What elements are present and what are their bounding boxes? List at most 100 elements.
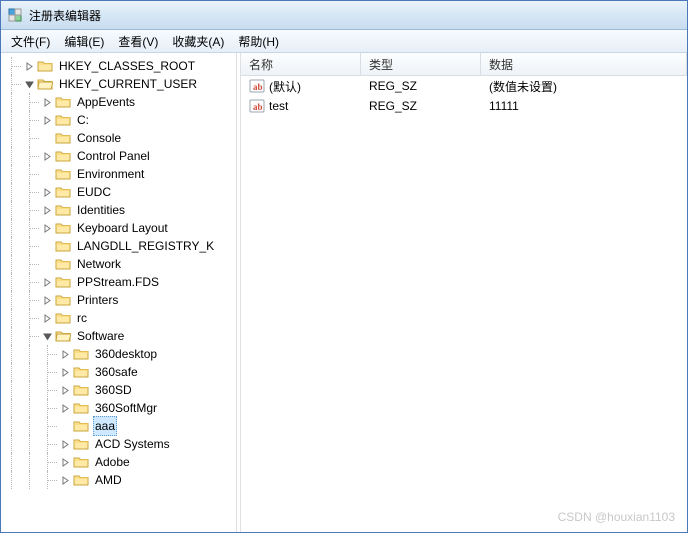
tree-label: ACD Systems [93,435,172,453]
tree-node-lang[interactable]: LANGDLL_REGISTRY_K [3,237,236,255]
expand-icon[interactable] [39,310,55,326]
list-header: 名称 类型 数据 [241,53,687,76]
folder-icon [73,419,89,433]
tree-node-ident[interactable]: Identities [3,201,236,219]
tree-pane[interactable]: HKEY_CLASSES_ROOTHKEY_CURRENT_USERAppEve… [1,53,236,532]
menubar: 文件(F) 编辑(E) 查看(V) 收藏夹(A) 帮助(H) [1,30,687,53]
string-value-icon [249,78,265,94]
tree-node-prn[interactable]: Printers [3,291,236,309]
expand-icon[interactable] [39,202,55,218]
tree-label: 360desktop [93,345,159,363]
folder-icon [55,311,71,325]
content-area: HKEY_CLASSES_ROOTHKEY_CURRENT_USERAppEve… [1,53,687,532]
folder-icon [73,437,89,451]
tree-node-pps[interactable]: PPStream.FDS [3,273,236,291]
menu-edit[interactable]: 编辑(E) [58,31,110,52]
folder-icon [55,257,71,271]
expand-icon[interactable] [57,364,73,380]
expand-icon[interactable] [57,436,73,452]
folder-icon [73,383,89,397]
expand-icon[interactable] [39,112,55,128]
value-row[interactable]: test REG_SZ11111 [241,96,687,116]
expand-icon[interactable] [39,274,55,290]
tree-node-rc[interactable]: rc [3,309,236,327]
folder-icon [55,203,71,217]
menu-view[interactable]: 查看(V) [112,31,164,52]
folder-icon [55,95,71,109]
folder-icon [55,149,71,163]
expand-icon[interactable] [39,184,55,200]
col-header-name[interactable]: 名称 [241,53,361,75]
value-name-cell: test [241,96,361,116]
collapse-icon[interactable] [21,76,37,92]
value-name: (默认) [269,78,301,95]
tree-label: AppEvents [75,93,137,111]
menu-fav[interactable]: 收藏夹(A) [166,31,230,52]
tree-node-hkcr[interactable]: HKEY_CLASSES_ROOT [3,57,236,75]
tree-label: Console [75,129,123,147]
string-value-icon [249,98,265,114]
value-data: (数值未设置) [481,76,687,97]
tree-label: Environment [75,165,146,183]
expand-icon[interactable] [39,94,55,110]
expand-icon[interactable] [57,346,73,362]
value-name: test [269,99,288,113]
tree-node-360sd[interactable]: 360SD [3,381,236,399]
tree-label: rc [75,309,89,327]
tree-label: Keyboard Layout [75,219,170,237]
tree-node-kb[interactable]: Keyboard Layout [3,219,236,237]
tree-node-console[interactable]: Console [3,129,236,147]
tree-node-acd[interactable]: ACD Systems [3,435,236,453]
value-row[interactable]: (默认)REG_SZ(数值未设置) [241,76,687,96]
tree-node-360sm[interactable]: 360SoftMgr [3,399,236,417]
tree-node-appEvents[interactable]: AppEvents [3,93,236,111]
expand-icon[interactable] [57,454,73,470]
tree-node-adobe[interactable]: Adobe [3,453,236,471]
tree-node-net[interactable]: Network [3,255,236,273]
expand-icon[interactable] [39,148,55,164]
tree-node-cp[interactable]: Control Panel [3,147,236,165]
tree-label: LANGDLL_REGISTRY_K [75,237,216,255]
folder-icon [73,473,89,487]
expand-icon[interactable] [21,58,37,74]
tree-label: HKEY_CURRENT_USER [57,75,199,93]
tree-node-360s[interactable]: 360safe [3,363,236,381]
tree-label: aaa [93,416,117,436]
expand-icon[interactable] [57,472,73,488]
folder-icon [55,293,71,307]
collapse-icon[interactable] [39,328,55,344]
menu-file[interactable]: 文件(F) [5,31,56,52]
values-pane[interactable]: 名称 类型 数据 (默认)REG_SZ(数值未设置)test REG_SZ1111… [241,53,687,532]
expand-icon[interactable] [57,382,73,398]
tree-node-env[interactable]: Environment [3,165,236,183]
folder-icon [55,113,71,127]
col-header-data[interactable]: 数据 [481,53,687,75]
tree-label: Network [75,255,123,273]
tree-label: 360SoftMgr [93,399,159,417]
folder-icon [37,59,53,73]
tree-node-amd[interactable]: AMD [3,471,236,489]
folder-icon [73,401,89,415]
tree-node-eudc[interactable]: EUDC [3,183,236,201]
titlebar[interactable]: 注册表编辑器 [1,1,687,30]
tree-label: Software [75,327,126,345]
value-type: REG_SZ [361,97,481,115]
expand-icon[interactable] [57,400,73,416]
expand-icon[interactable] [39,292,55,308]
tree-node-360d[interactable]: 360desktop [3,345,236,363]
menu-help[interactable]: 帮助(H) [232,31,285,52]
tree-node-sw[interactable]: Software [3,327,236,345]
folder-icon [55,167,71,181]
tree-node-c[interactable]: C: [3,111,236,129]
tree-node-aaa[interactable]: aaa [3,417,236,435]
col-header-type[interactable]: 类型 [361,53,481,75]
tree-label: Identities [75,201,127,219]
tree-label: 360SD [93,381,134,399]
window-title: 注册表编辑器 [29,7,101,24]
folder-open-icon [55,329,71,343]
tree-label: PPStream.FDS [75,273,161,291]
tree-node-hkcu[interactable]: HKEY_CURRENT_USER [3,75,236,93]
folder-icon [73,365,89,379]
expand-icon[interactable] [39,220,55,236]
value-data: 11111 [481,97,687,115]
